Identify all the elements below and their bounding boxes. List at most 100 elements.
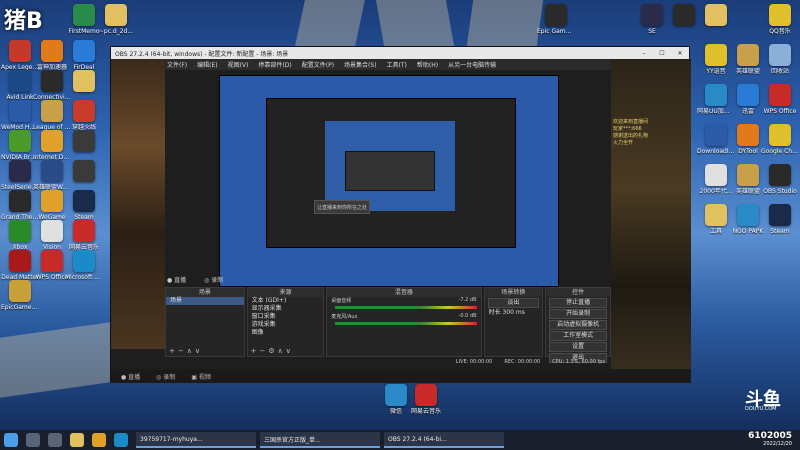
menu-item[interactable]: 停靠部件(D) bbox=[258, 60, 291, 69]
bottom-record[interactable]: ◎ 录制 bbox=[156, 372, 175, 381]
system-tray[interactable]: 6102005 2022/12/20 bbox=[748, 432, 800, 448]
app-icon bbox=[41, 190, 63, 212]
desktop-shortcut[interactable]: Google Chrome bbox=[761, 124, 799, 164]
control-button[interactable]: 启动虚拟摄像机 bbox=[549, 320, 607, 330]
mixer-channel[interactable]: 麦克风/Aux -0.0 dB bbox=[327, 313, 480, 329]
desktop-shortcut[interactable]: DYTool bbox=[732, 124, 764, 164]
app-icon bbox=[9, 130, 31, 152]
shortcut-label: ~pc.d_2d... bbox=[98, 28, 134, 35]
obs-docks: 场景 场景 +−∧∨ 来源 文本 (GDI+) 显示器采集 窗口采集 游戏采集 图像 +… bbox=[165, 287, 611, 363]
app-icon bbox=[9, 190, 31, 212]
source-item[interactable]: 窗口采集 bbox=[248, 313, 324, 321]
windows-start-icon[interactable] bbox=[4, 433, 18, 447]
menu-item[interactable]: 文件(F) bbox=[167, 60, 187, 69]
menu-item[interactable]: 配置文件(P) bbox=[302, 60, 334, 69]
app-icon bbox=[705, 84, 727, 106]
desktop-shortcut[interactable]: 英雄联盟 bbox=[732, 44, 764, 84]
desktop-shortcut[interactable]: ~pc.d_2d... bbox=[98, 4, 134, 44]
desktop-shortcut[interactable]: DownloadInstaller bbox=[697, 124, 735, 164]
control-button[interactable]: 开始录制 bbox=[549, 309, 607, 319]
desktop-shortcut[interactable]: EpicGames Launcher bbox=[1, 280, 39, 320]
cpu-fps: CPU: 1.3%, 60.00 fps bbox=[552, 359, 605, 365]
edge-icon[interactable] bbox=[114, 433, 128, 447]
desktop-shortcut[interactable]: YY语音 bbox=[700, 44, 732, 84]
record-tab[interactable]: ◎ 录制 bbox=[204, 275, 223, 285]
app-icon bbox=[641, 4, 663, 26]
transition-select[interactable]: 淡出 bbox=[487, 298, 540, 308]
scenes-header: 场景 bbox=[166, 288, 244, 297]
taskbar-app[interactable]: 三国杀官方正版_单... bbox=[260, 432, 380, 448]
app-icon bbox=[705, 204, 727, 226]
taskbar-app[interactable]: OBS 27.2.4 (64-bi... bbox=[384, 432, 504, 448]
desktop-shortcut[interactable]: 网易UU加速器 bbox=[697, 84, 735, 124]
close-icon[interactable]: ✕ bbox=[671, 50, 689, 57]
transitions-dock: 场景转换 淡出 时长 300 ms bbox=[483, 287, 544, 357]
app-icon bbox=[737, 124, 759, 146]
scene-controls[interactable]: +−∧∨ bbox=[169, 347, 203, 355]
shortcut-label: Steam bbox=[770, 228, 790, 235]
volume-meter[interactable] bbox=[335, 322, 477, 325]
bottom-video[interactable]: ▣ 视频 bbox=[191, 372, 211, 381]
desktop-shortcut[interactable]: 微信 bbox=[380, 384, 412, 424]
desktop-shortcut[interactable]: SE bbox=[636, 4, 668, 44]
duration-input[interactable]: 300 ms bbox=[503, 309, 525, 316]
desktop-shortcut[interactable]: NGO PAPK bbox=[732, 204, 764, 244]
desktop-shortcut[interactable]: FirstMemo bbox=[68, 4, 100, 44]
menu-item[interactable]: 视图(V) bbox=[228, 60, 249, 69]
bottom-live[interactable]: ● 直播 bbox=[121, 372, 140, 381]
source-item[interactable]: 文本 (GDI+) bbox=[248, 297, 324, 305]
desktop-shortcut[interactable]: OBS Studio bbox=[763, 164, 797, 204]
desktop-shortcut[interactable]: WPS Office bbox=[36, 250, 68, 290]
desktop-shortcut[interactable]: Steam bbox=[764, 204, 796, 244]
streamer-logo: 猪B bbox=[4, 9, 43, 34]
source-item[interactable]: 显示器采集 bbox=[248, 305, 324, 313]
desktop-shortcut[interactable]: 网易云音乐 bbox=[410, 384, 442, 424]
desktop-shortcut[interactable] bbox=[668, 4, 700, 44]
desktop-shortcut[interactable]: WPS Office bbox=[764, 84, 796, 124]
task-view-icon[interactable] bbox=[48, 433, 62, 447]
desktop-shortcut[interactable]: 工具 bbox=[700, 204, 732, 244]
menu-item[interactable]: 帮助(H) bbox=[417, 60, 438, 69]
desktop-shortcut[interactable]: 2000年代... bbox=[700, 164, 733, 204]
desktop-shortcut[interactable]: 迅雷 bbox=[732, 84, 764, 124]
control-button[interactable]: 设置 bbox=[549, 342, 607, 352]
app-icon bbox=[41, 70, 63, 92]
wallpaper-sail bbox=[295, 0, 365, 46]
desktop-shortcut[interactable]: 英雄联盟 bbox=[732, 164, 764, 204]
control-button[interactable]: 停止直播 bbox=[549, 298, 607, 308]
minimize-icon[interactable]: – bbox=[635, 50, 653, 57]
app-icon bbox=[705, 44, 727, 66]
source-item[interactable]: 游戏采集 bbox=[248, 321, 324, 329]
control-button[interactable]: 工作室模式 bbox=[549, 331, 607, 341]
maximize-icon[interactable]: ☐ bbox=[653, 50, 671, 57]
desktop-shortcut[interactable]: Epic Games Launcher bbox=[537, 4, 575, 44]
file-explorer-icon[interactable] bbox=[70, 433, 84, 447]
menu-item[interactable]: 从另一台电脑传输 bbox=[448, 60, 496, 69]
sources-dock: 来源 文本 (GDI+) 显示器采集 窗口采集 游戏采集 图像 +−⚙∧∨ bbox=[246, 287, 325, 357]
app-icon bbox=[9, 160, 31, 182]
menu-item[interactable]: 编辑(E) bbox=[197, 60, 217, 69]
transitions-header: 场景转换 bbox=[484, 288, 543, 297]
live-tab[interactable]: ● 直播 bbox=[167, 275, 186, 285]
obs-window[interactable]: OBS 27.2.4 (64-bit, windows) - 配置文件: 新配置… bbox=[110, 46, 691, 383]
chrome-icon[interactable] bbox=[92, 433, 106, 447]
controls-dock: 控件 停止直播 开始录制 启动虚拟摄像机 工作室模式 设置 退出 bbox=[545, 287, 611, 363]
source-item[interactable]: 图像 bbox=[248, 329, 324, 337]
clock-date: 2022/12/20 bbox=[763, 441, 792, 447]
obs-preview[interactable]: 让直播来到你所在之处 bbox=[219, 75, 559, 287]
search-icon[interactable] bbox=[26, 433, 40, 447]
desktop-shortcut[interactable] bbox=[700, 4, 732, 44]
volume-meter[interactable] bbox=[335, 306, 477, 309]
desktop-shortcut[interactable]: Microsoft Edge bbox=[65, 250, 103, 290]
desktop-shortcut[interactable]: QQ音乐 bbox=[764, 4, 796, 44]
chat-line: 玩家***:666 bbox=[613, 126, 642, 132]
desktop-shortcut[interactable]: 回收站 bbox=[764, 44, 796, 84]
scene-item[interactable]: 场景 bbox=[166, 297, 244, 305]
menu-item[interactable]: 场景集合(S) bbox=[344, 60, 377, 69]
taskbar-app[interactable]: 39759717-myhuya... bbox=[136, 432, 256, 448]
obs-titlebar[interactable]: OBS 27.2.4 (64-bit, windows) - 配置文件: 新配置… bbox=[111, 47, 689, 59]
menu-item[interactable]: 工具(T) bbox=[387, 60, 407, 69]
mixer-channel[interactable]: 桌面音频 -7.2 dB bbox=[327, 297, 480, 313]
room-id: 6102005 bbox=[748, 431, 792, 441]
source-controls[interactable]: +−⚙∧∨ bbox=[251, 347, 294, 355]
